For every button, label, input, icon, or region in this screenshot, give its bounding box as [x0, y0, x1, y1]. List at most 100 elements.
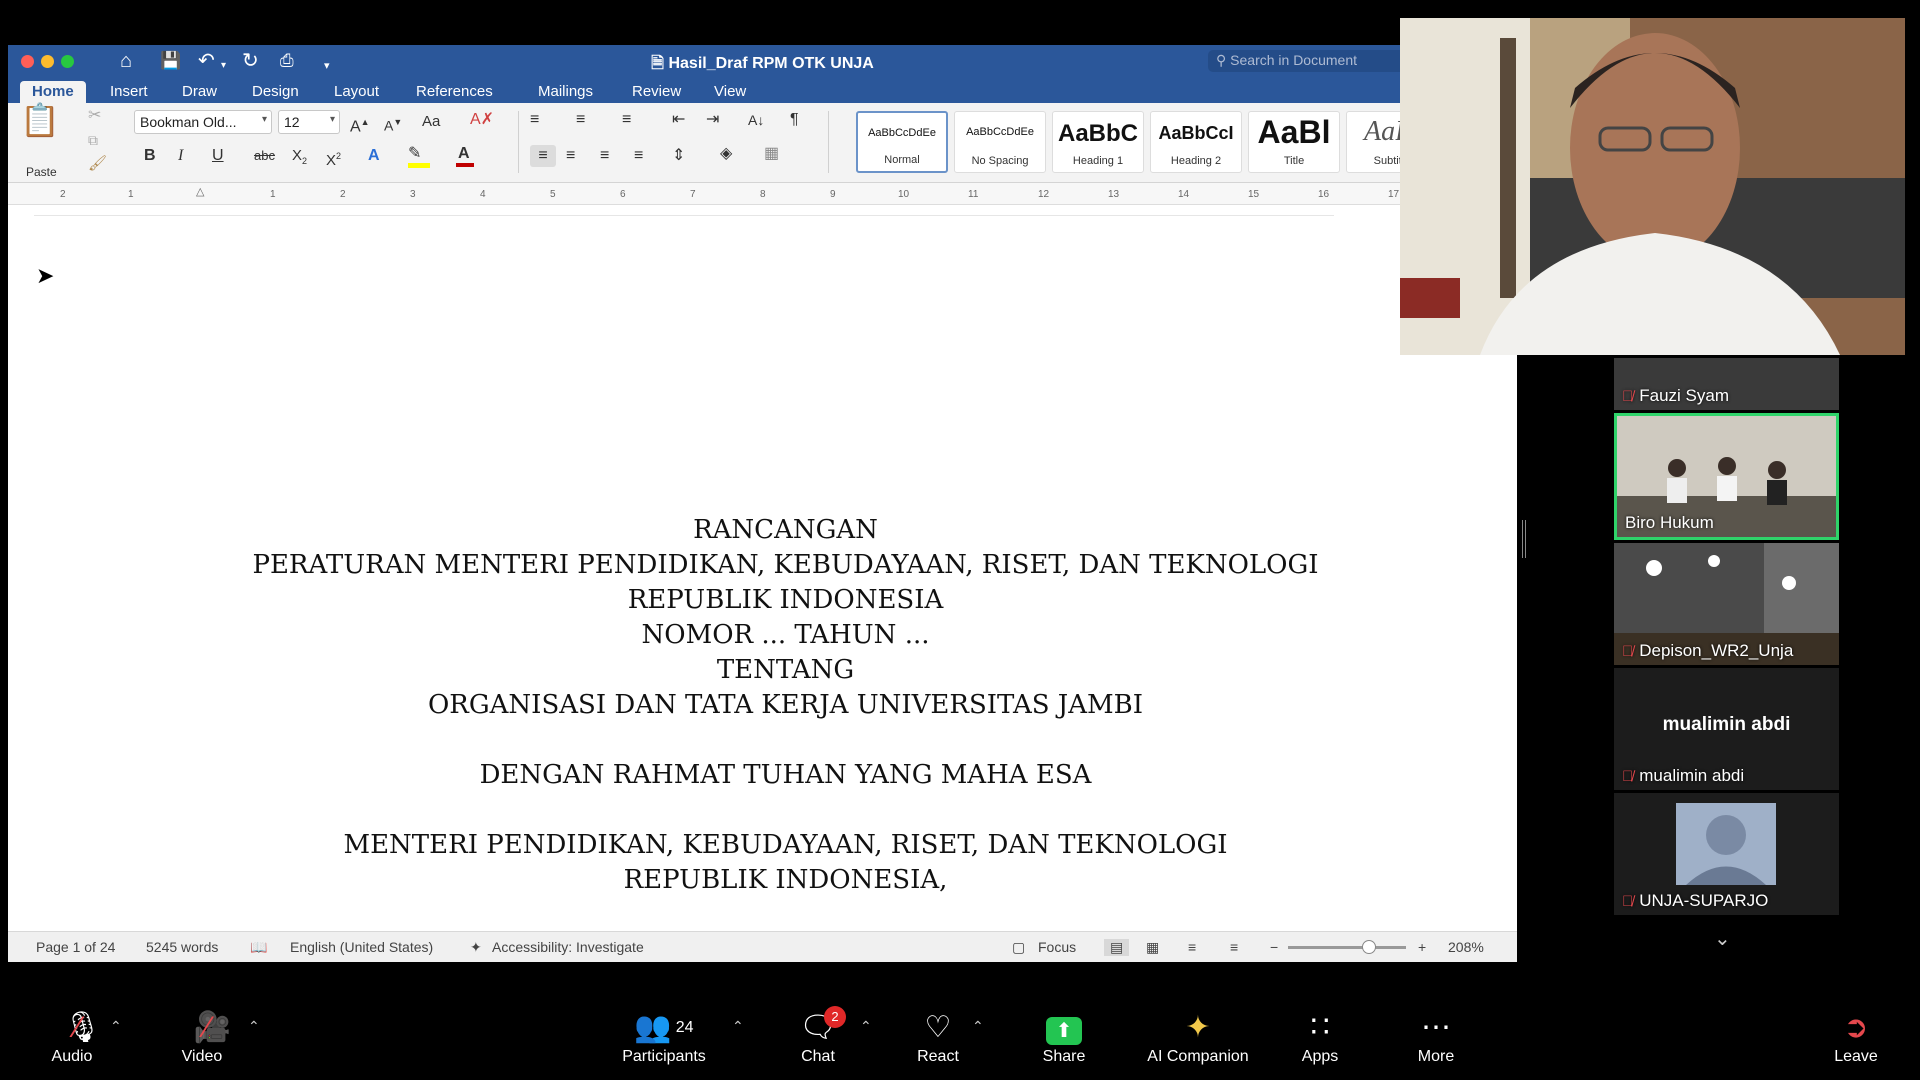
strikethrough-button[interactable]: abc	[254, 145, 275, 167]
zoom-slider[interactable]	[1288, 946, 1406, 949]
underline-button[interactable]: U	[212, 145, 224, 167]
justify-icon[interactable]: ≡	[634, 145, 643, 167]
ruler[interactable]: 2 1 △ 1 2 3 4 5 6 7 8 9 10 11 12 13 14 1…	[8, 183, 1517, 205]
tab-review[interactable]: Review	[620, 81, 693, 103]
participant-tile[interactable]: 🎙̸ UNJA-SUPARJO	[1614, 793, 1839, 915]
react-button[interactable]: ♡ React	[910, 1010, 966, 1066]
participant-tile[interactable]: mualimin abdi 🎙̸ mualimin abdi	[1614, 668, 1839, 790]
participants-options-chevron-icon[interactable]: ⌃	[732, 1018, 744, 1035]
ai-companion-button[interactable]: ✦ AI Companion	[1138, 1010, 1258, 1066]
search-icon: ⚲	[1216, 52, 1227, 68]
tab-references[interactable]: References	[404, 81, 505, 103]
chat-label: Chat	[801, 1048, 835, 1065]
copy-icon[interactable]: ⧉	[88, 129, 98, 151]
share-screen-icon: ⬆	[1036, 1010, 1092, 1046]
format-painter-icon[interactable]: 🖌	[88, 153, 107, 175]
document-line: MENTERI PENDIDIKAN, KEBUDAYAAN, RISET, D…	[343, 830, 1228, 860]
panel-resize-handle[interactable]	[1522, 520, 1526, 558]
text-effects-icon[interactable]: A	[368, 145, 380, 167]
tab-design[interactable]: Design	[240, 81, 311, 103]
paste-button[interactable]: 📋	[20, 104, 60, 138]
style-heading-2[interactable]: AaBbCcI Heading 2	[1150, 111, 1242, 173]
style-title[interactable]: AaBl Title	[1248, 111, 1340, 173]
ruler-tick: 14	[1178, 189, 1190, 200]
align-left-icon[interactable]: ≡	[530, 145, 556, 167]
participant-tile-active-speaker[interactable]: Biro Hukum	[1614, 413, 1839, 540]
numbering-icon[interactable]: ≡	[576, 109, 585, 131]
video-options-chevron-icon[interactable]: ⌃	[248, 1018, 260, 1035]
share-button[interactable]: ⬆ Share	[1036, 1010, 1092, 1066]
grow-font-icon[interactable]: A▲	[350, 111, 370, 138]
indent-marker-icon[interactable]: △	[196, 185, 204, 198]
shrink-font-icon[interactable]: A▼	[384, 111, 402, 137]
react-options-chevron-icon[interactable]: ⌃	[972, 1018, 984, 1035]
zoom-level[interactable]: 208%	[1448, 939, 1484, 955]
participant-name: 🎙̸ Depison_WR2_Unja	[1622, 641, 1793, 661]
draft-view-icon[interactable]: ≡	[1230, 939, 1238, 955]
bullets-icon[interactable]: ≡	[530, 109, 539, 131]
style-normal[interactable]: AaBbCcDdEe Normal	[856, 111, 948, 173]
show-paragraph-marks-icon[interactable]: ¶	[790, 109, 799, 131]
participant-tile[interactable]: 🎙̸ Depison_WR2_Unja	[1614, 543, 1839, 665]
change-case-icon[interactable]: Aa	[422, 111, 440, 133]
zoom-out-icon[interactable]: −	[1270, 939, 1278, 955]
print-layout-icon[interactable]: ▤	[1104, 939, 1130, 956]
multilevel-list-icon[interactable]: ≡	[622, 109, 631, 131]
subscript-button[interactable]: X2	[292, 145, 307, 172]
bold-button[interactable]: B	[144, 145, 156, 167]
zoom-in-icon[interactable]: +	[1418, 939, 1426, 955]
cut-icon[interactable]: ✂	[88, 105, 101, 127]
tab-view[interactable]: View	[702, 81, 758, 103]
word-count[interactable]: 5245 words	[146, 939, 218, 955]
align-center-icon[interactable]: ≡	[566, 145, 575, 167]
decrease-indent-icon[interactable]: ⇤	[672, 109, 685, 131]
italic-button[interactable]: I	[178, 145, 183, 167]
audio-options-chevron-icon[interactable]: ⌃	[110, 1018, 122, 1035]
tab-draw[interactable]: Draw	[170, 81, 229, 103]
participants-button[interactable]: 👥 24 Participants	[612, 1010, 716, 1066]
style-name: Heading 1	[1072, 155, 1124, 167]
shading-icon[interactable]: ◈	[720, 143, 732, 165]
clear-formatting-icon[interactable]: A✗	[470, 109, 494, 131]
line-spacing-icon[interactable]: ⇕	[672, 145, 685, 167]
participant-tile[interactable]: 🎙̸ Fauzi Syam	[1614, 358, 1839, 410]
increase-indent-icon[interactable]: ⇥	[706, 109, 719, 131]
font-color-icon[interactable]: A	[456, 143, 474, 167]
tab-mailings[interactable]: Mailings	[526, 81, 605, 103]
superscript-button[interactable]: X2	[326, 145, 341, 172]
style-heading-1[interactable]: AaBbC Heading 1	[1052, 111, 1144, 173]
scroll-down-chevron-icon[interactable]: ⌄	[1714, 926, 1731, 951]
highlight-icon[interactable]: ✎	[408, 143, 430, 168]
document-page[interactable]: ➤ RANCANGAN PERATURAN MENTERI PENDIDIKAN…	[8, 205, 1517, 930]
search-document-input[interactable]: ⚲ Search in Document	[1208, 50, 1408, 72]
more-button[interactable]: ⋯ More	[1410, 1010, 1462, 1066]
participant-label: Fauzi Syam	[1639, 386, 1729, 405]
language-status[interactable]: English (United States)	[290, 939, 433, 955]
more-icon: ⋯	[1421, 1011, 1451, 1044]
speaker-video-feed[interactable]	[1400, 18, 1905, 355]
font-name-dropdown[interactable]: Bookman Old... ▾	[134, 110, 272, 134]
tab-insert[interactable]: Insert	[98, 81, 160, 103]
leave-button[interactable]: ➲ Leave	[1830, 1010, 1882, 1066]
page-count[interactable]: Page 1 of 24	[36, 939, 115, 955]
participants-count: 24	[675, 1019, 694, 1036]
proofing-icon[interactable]: 📖	[250, 939, 267, 956]
font-size-dropdown[interactable]: 12 ▾	[278, 110, 340, 134]
audio-button[interactable]: 🎙⁄ Audio	[40, 1010, 104, 1066]
borders-icon[interactable]: ▦	[764, 143, 779, 165]
zoom-slider-handle[interactable]	[1362, 940, 1376, 954]
accessibility-status[interactable]: Accessibility: Investigate	[492, 939, 644, 955]
focus-button[interactable]: Focus	[1038, 939, 1076, 955]
style-no-spacing[interactable]: AaBbCcDdEe No Spacing	[954, 111, 1046, 173]
align-right-icon[interactable]: ≡	[600, 145, 609, 167]
outline-view-icon[interactable]: ≡	[1188, 939, 1196, 955]
video-button[interactable]: 🎥⁄ Video	[170, 1010, 234, 1066]
chat-button[interactable]: 🗨 Chat 2	[790, 1006, 846, 1066]
sort-icon[interactable]: A↓	[748, 109, 764, 131]
apps-button[interactable]: ∷ Apps	[1294, 1010, 1346, 1066]
focus-icon: ▢	[1012, 939, 1026, 955]
web-layout-icon[interactable]: ▦	[1146, 939, 1159, 956]
chat-options-chevron-icon[interactable]: ⌃	[860, 1018, 872, 1035]
tab-layout[interactable]: Layout	[322, 81, 391, 103]
tab-home[interactable]: Home	[20, 81, 86, 103]
